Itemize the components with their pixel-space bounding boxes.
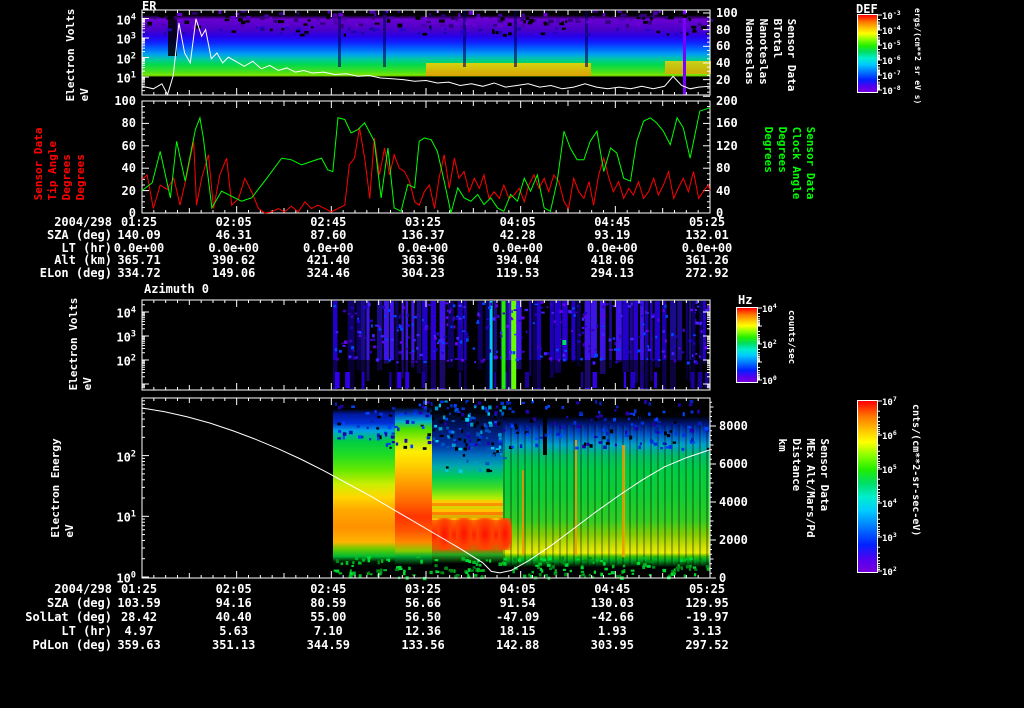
panel3-title: Azimuth 0 <box>144 282 210 296</box>
hz-colorbar-title: Hz <box>738 293 753 307</box>
def-colorbar-title: DEF <box>856 2 878 16</box>
plot-root: 10-3 10-4 10-5 10-6 10-7 10-8 104 102 100 107 106 1… <box>0 0 1024 708</box>
def-colorbar-unit: ergs/(cm**2 sr eV s) <box>913 8 922 105</box>
hz-colorbar-unit: counts/sec <box>786 310 796 365</box>
axes-overlay <box>141 9 882 581</box>
flux-colorbar-unit: cnts/(cm**2-sr-sec-eV) <box>910 404 921 537</box>
panel1-title: ER <box>142 0 157 13</box>
